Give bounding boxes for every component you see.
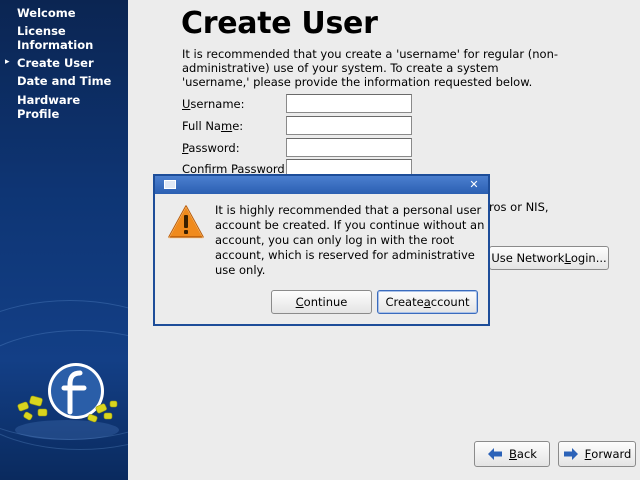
close-icon[interactable]: ✕ [468, 179, 480, 191]
warning-dialog: ✕ It is highly recommended that a person… [153, 174, 490, 326]
create-account-button[interactable]: Create a ccount [377, 290, 478, 314]
current-step-marker-icon: ▸ [5, 57, 10, 67]
password-field[interactable] [286, 138, 412, 157]
username-label: Username: [182, 97, 245, 111]
forward-button[interactable]: Forward [558, 441, 636, 467]
use-network-login-button[interactable]: Use Network Login... [489, 246, 609, 270]
back-arrow-icon [488, 448, 503, 460]
authentication-text: ros or NIS, [489, 200, 549, 214]
warning-icon [168, 205, 204, 239]
sidebar: Welcome License Information ▸ Create Use… [0, 0, 128, 480]
sidebar-item-hardware-profile: Hardware Profile [17, 93, 81, 121]
forward-arrow-icon [563, 448, 578, 460]
dialog-titlebar[interactable]: ✕ [155, 176, 488, 194]
full-name-field[interactable] [286, 116, 412, 135]
fedora-logo-icon [15, 363, 119, 440]
full-name-label: Full Name: [182, 119, 244, 133]
dialog-message: It is highly recommended that a personal… [215, 203, 485, 277]
window-menu-icon[interactable] [164, 180, 176, 189]
back-button[interactable]: Back [474, 441, 550, 467]
sidebar-item-date-and-time: Date and Time [17, 74, 112, 88]
sidebar-item-create-user: Create User [17, 56, 94, 70]
sidebar-item-welcome: Welcome [17, 6, 76, 20]
continue-button[interactable]: Continue [271, 290, 372, 314]
sidebar-item-license-information: License Information [17, 24, 94, 52]
username-field[interactable] [286, 94, 412, 113]
password-label: Password: [182, 141, 240, 155]
intro-text: It is recommended that you create a 'use… [182, 47, 559, 89]
page-title: Create User [181, 6, 378, 41]
